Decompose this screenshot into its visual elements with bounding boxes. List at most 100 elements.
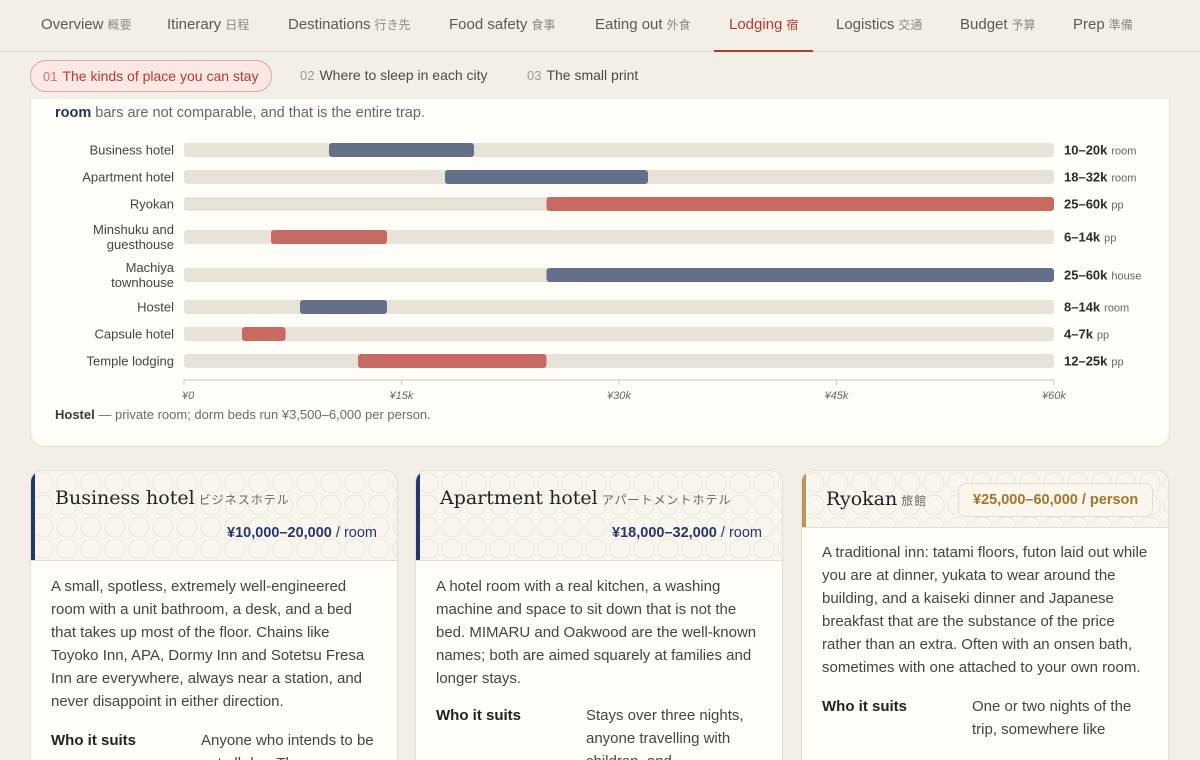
card-title-en: Business hotel bbox=[55, 487, 195, 509]
bar-track bbox=[184, 327, 1054, 341]
tab-label: Destinations bbox=[288, 16, 371, 33]
tab-destinations[interactable]: Destinations 行き先 bbox=[288, 0, 411, 52]
section-link-where-to-sleep[interactable]: 02 Where to sleep in each city bbox=[300, 60, 488, 92]
bar-track bbox=[184, 354, 1054, 368]
lodging-card-ryokan: Ryokan 旅館 ¥25,000–60,000 / person A tradi… bbox=[801, 470, 1169, 760]
card-price: ¥18,000–32,000 / room bbox=[612, 525, 762, 541]
card-title: Apartment hotel アパートメントホテル bbox=[440, 487, 732, 509]
x-tick-label: ¥60k bbox=[1042, 390, 1066, 402]
card-accent-bar bbox=[31, 471, 35, 560]
tab-lodging[interactable]: Lodging 宿 bbox=[714, 0, 814, 52]
who-it-suits-value: One or two nights of the trip, somewhere… bbox=[972, 698, 1132, 738]
x-tick-label: ¥0 bbox=[182, 390, 195, 402]
chart-footnote-text: — private room; dorm beds run ¥3,500–6,0… bbox=[94, 407, 431, 422]
section-nav: 01 The kinds of place you can stay 02 Wher… bbox=[0, 53, 1200, 99]
tab-logistics[interactable]: Logistics 交通 bbox=[836, 0, 922, 52]
section-link-kinds[interactable]: 01 The kinds of place you can stay bbox=[30, 60, 272, 92]
category-label: Temple lodging bbox=[87, 354, 174, 369]
range-value-label: 6–14k pp bbox=[1064, 230, 1116, 245]
category-label: Minshuku and guesthouse bbox=[93, 222, 174, 252]
tab-itinerary[interactable]: Itinerary 日程 bbox=[167, 0, 249, 52]
top-nav: Overview 概要 Itinerary 日程 Destinations 行き先 F… bbox=[0, 0, 1200, 52]
category-label: Machiya townhouse bbox=[111, 260, 175, 290]
who-it-suits-row: Who it suits One or two nights of the tr… bbox=[822, 695, 1148, 741]
card-header: Apartment hotel アパートメントホテル ¥18,000–32,000… bbox=[416, 471, 782, 561]
range-value-label: 10–20k room bbox=[1064, 143, 1136, 158]
card-description: A small, spotless, extremely well-engine… bbox=[51, 578, 365, 710]
tab-label-jp: 宿 bbox=[786, 18, 799, 32]
range-bar bbox=[445, 170, 648, 184]
card-body: A traditional inn: tatami floors, futon … bbox=[802, 528, 1168, 741]
who-it-suits-value: Stays over three nights, anyone travelli… bbox=[586, 707, 744, 760]
bar-track bbox=[184, 143, 1054, 157]
range-value-label: 25–60k pp bbox=[1064, 197, 1124, 212]
card-title-jp: ビジネスホテル bbox=[198, 493, 290, 507]
card-body: A small, spotless, extremely well-engine… bbox=[31, 561, 397, 760]
lodging-card-apartment-hotel: Apartment hotel アパートメントホテル ¥18,000–32,000… bbox=[415, 470, 783, 760]
who-it-suits-value: Anyone who intends to be out all day. Th… bbox=[201, 732, 374, 760]
tab-prep[interactable]: Prep 準備 bbox=[1073, 0, 1133, 52]
x-tick-label: ¥45k bbox=[825, 390, 849, 402]
range-value-label: 4–7k pp bbox=[1064, 327, 1109, 342]
price-range-chart: Business hotel 10–20k room Apartment hotel 1… bbox=[82, 143, 1141, 403]
card-price: ¥10,000–20,000 / room bbox=[227, 525, 377, 541]
card-description: A traditional inn: tatami floors, futon … bbox=[822, 544, 1148, 676]
tab-label-jp: 日程 bbox=[225, 18, 250, 32]
who-it-suits-label: Who it suits bbox=[436, 707, 521, 724]
card-title-jp: 旅館 bbox=[901, 494, 928, 508]
tab-label: Lodging bbox=[729, 16, 783, 33]
tab-label-jp: 予算 bbox=[1011, 18, 1036, 32]
card-price-unit: / room bbox=[720, 525, 762, 541]
card-header: Ryokan 旅館 ¥25,000–60,000 / person bbox=[802, 471, 1168, 528]
range-bar bbox=[546, 197, 1054, 211]
tab-label-jp: 準備 bbox=[1108, 18, 1133, 32]
range-value-label: 25–60k house bbox=[1064, 268, 1141, 283]
range-bar bbox=[358, 354, 547, 368]
card-title-en: Ryokan bbox=[826, 488, 898, 510]
card-accent-bar bbox=[416, 471, 420, 560]
card-price-badge: ¥25,000–60,000 / person bbox=[958, 483, 1154, 517]
range-value-label: 18–32k room bbox=[1064, 170, 1136, 185]
tab-food-safety[interactable]: Food safety 食事 bbox=[449, 0, 555, 52]
tab-label: Prep bbox=[1073, 16, 1105, 33]
lodging-card-business-hotel: Business hotel ビジネスホテル ¥10,000–20,000 / r… bbox=[30, 470, 398, 760]
x-tick-label: ¥30k bbox=[607, 390, 631, 402]
card-body: A hotel room with a real kitchen, a wash… bbox=[416, 561, 782, 760]
tab-label-jp: 概要 bbox=[107, 18, 132, 32]
tab-label: Logistics bbox=[836, 16, 895, 33]
card-title: Business hotel ビジネスホテル bbox=[55, 487, 290, 509]
range-value-label: 8–14k room bbox=[1064, 300, 1129, 315]
tab-label-jp: 行き先 bbox=[374, 18, 411, 32]
who-it-suits-row: Who it suits Stays over three nights, an… bbox=[436, 704, 762, 760]
section-number: 01 bbox=[43, 69, 58, 84]
category-label: Ryokan bbox=[130, 197, 174, 212]
who-it-suits-label: Who it suits bbox=[51, 732, 136, 749]
range-bar bbox=[329, 143, 474, 157]
price-range-chart-card: room bars are not comparable, and that i… bbox=[30, 99, 1170, 447]
card-title-jp: アパートメントホテル bbox=[601, 493, 732, 507]
tab-overview[interactable]: Overview 概要 bbox=[41, 0, 132, 52]
tab-label: Food safety bbox=[449, 16, 528, 33]
tab-label: Itinerary bbox=[167, 16, 222, 33]
card-price-value: ¥10,000–20,000 bbox=[227, 525, 332, 541]
category-label: Apartment hotel bbox=[82, 170, 174, 185]
section-label: The small print bbox=[546, 67, 639, 83]
card-description: A hotel room with a real kitchen, a wash… bbox=[436, 578, 757, 687]
category-label: Capsule hotel bbox=[95, 327, 175, 342]
tab-label: Eating out bbox=[595, 16, 663, 33]
category-label: Hostel bbox=[137, 300, 174, 315]
section-number: 02 bbox=[300, 68, 315, 83]
section-link-small-print[interactable]: 03 The small print bbox=[527, 60, 638, 92]
tab-eating-out[interactable]: Eating out 外食 bbox=[595, 0, 691, 52]
card-price-unit: / room bbox=[335, 525, 377, 541]
section-number: 03 bbox=[527, 68, 542, 83]
range-value-label: 12–25k pp bbox=[1064, 354, 1124, 369]
section-label: The kinds of place you can stay bbox=[62, 68, 259, 84]
range-bar bbox=[271, 230, 387, 244]
tab-budget[interactable]: Budget 予算 bbox=[960, 0, 1036, 52]
card-price-value: ¥18,000–32,000 bbox=[612, 525, 717, 541]
section-label: Where to sleep in each city bbox=[319, 67, 488, 83]
card-accent-bar bbox=[802, 471, 806, 527]
card-title-en: Apartment hotel bbox=[440, 487, 598, 509]
card-title: Ryokan 旅館 bbox=[826, 488, 927, 510]
